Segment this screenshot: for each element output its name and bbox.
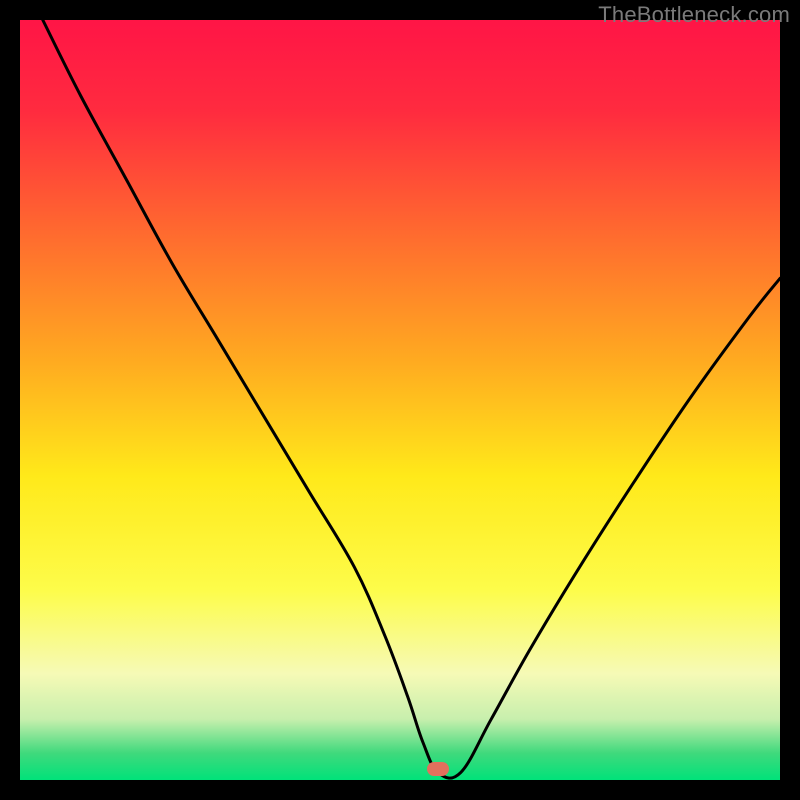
plot-area [20, 20, 780, 780]
bottleneck-curve [20, 20, 780, 780]
optimal-marker [427, 762, 449, 776]
watermark: TheBottleneck.com [598, 2, 790, 28]
